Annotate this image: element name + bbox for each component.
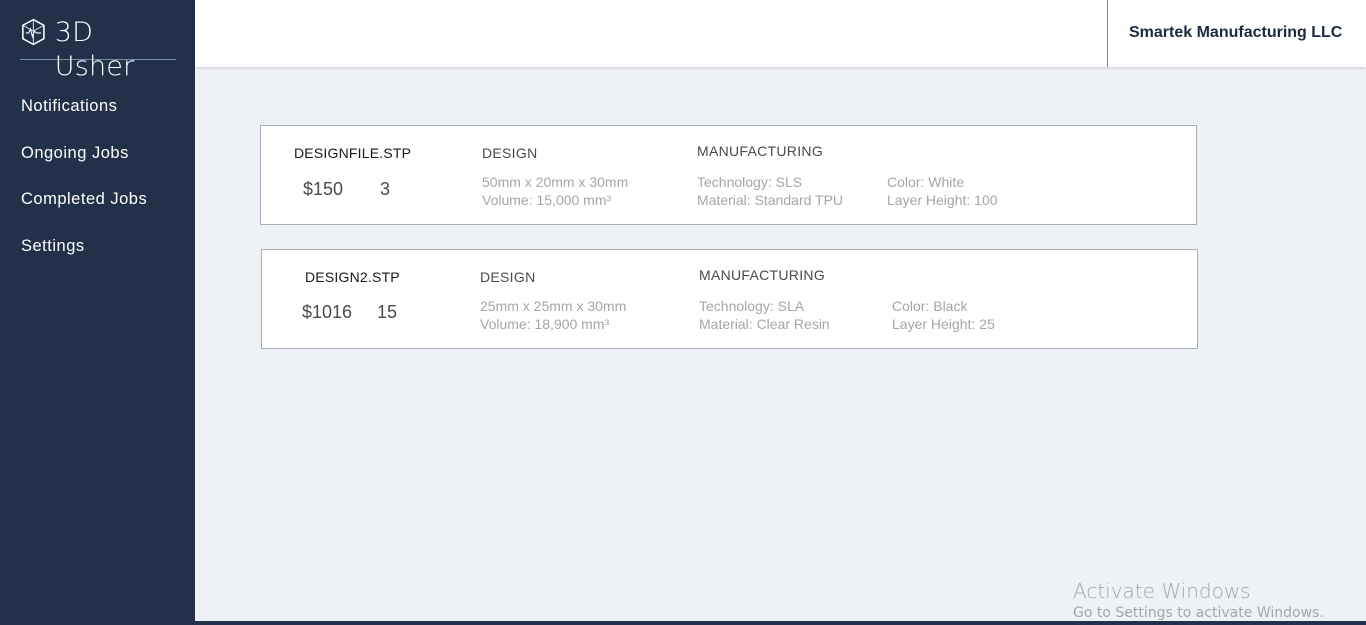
bottom-border — [195, 621, 1366, 625]
design-heading: DESIGN — [482, 145, 538, 161]
manufacturing-material: Material: Clear Resin — [699, 316, 830, 332]
design-dimensions: 50mm x 20mm x 30mm — [482, 174, 629, 190]
manufacturing-layer-height: Layer Height: 25 — [892, 316, 995, 332]
manufacturing-technology: Technology: SLA — [699, 298, 805, 314]
job-file-name[interactable]: DESIGN2.STP — [305, 269, 400, 285]
manufacturing-color: Color: White — [887, 174, 965, 190]
watermark-title: Activate Windows — [1073, 579, 1251, 603]
company-name[interactable]: Smartek Manufacturing LLC — [1129, 24, 1342, 42]
job-price: $1016 — [302, 302, 353, 322]
job-file-name[interactable]: DESIGNFILE.STP — [294, 145, 411, 161]
job-card[interactable]: DESIGNFILE.STP $150 3 DESIGN 50mm x 20mm… — [260, 125, 1197, 225]
design-volume: Volume: 18,900 mm³ — [480, 316, 610, 332]
design-volume: Volume: 15,000 mm³ — [482, 192, 612, 208]
manufacturing-color: Color: Black — [892, 298, 968, 314]
manufacturing-material: Material: Standard TPU — [697, 192, 844, 208]
brand[interactable]: 3D Usher — [20, 16, 176, 82]
sidebar-item-settings[interactable]: Settings — [0, 228, 195, 275]
sidebar-item-notifications[interactable]: Notifications — [0, 88, 195, 135]
brand-name: 3D Usher — [54, 17, 135, 82]
top-header: Smartek Manufacturing LLC — [195, 0, 1366, 67]
manufacturing-heading: MANUFACTURING — [697, 143, 824, 159]
job-price: $150 — [303, 179, 344, 199]
job-quantity: 15 — [377, 302, 398, 322]
sidebar-item-completed-jobs[interactable]: Completed Jobs — [0, 181, 195, 228]
activation-watermark: Activate Windows Go to Settings to activ… — [1073, 579, 1324, 621]
cube-logo-icon — [22, 18, 45, 46]
watermark-subtitle: Go to Settings to activate Windows. — [1073, 605, 1324, 621]
manufacturing-technology: Technology: SLS — [697, 174, 803, 190]
sidebar-item-ongoing-jobs[interactable]: Ongoing Jobs — [0, 135, 195, 182]
header-divider — [1107, 0, 1108, 67]
manufacturing-layer-height: Layer Height: 100 — [887, 192, 998, 208]
sidebar-nav: Notifications Ongoing Jobs Completed Job… — [0, 88, 195, 275]
sidebar: 3D Usher Notifications Ongoing Jobs Comp… — [0, 0, 195, 625]
job-card[interactable]: DESIGN2.STP $1016 15 DESIGN 25mm x 25mm … — [261, 249, 1198, 349]
manufacturing-heading: MANUFACTURING — [699, 267, 826, 283]
design-dimensions: 25mm x 25mm x 30mm — [480, 298, 627, 314]
job-quantity: 3 — [380, 179, 391, 199]
design-heading: DESIGN — [480, 269, 536, 285]
